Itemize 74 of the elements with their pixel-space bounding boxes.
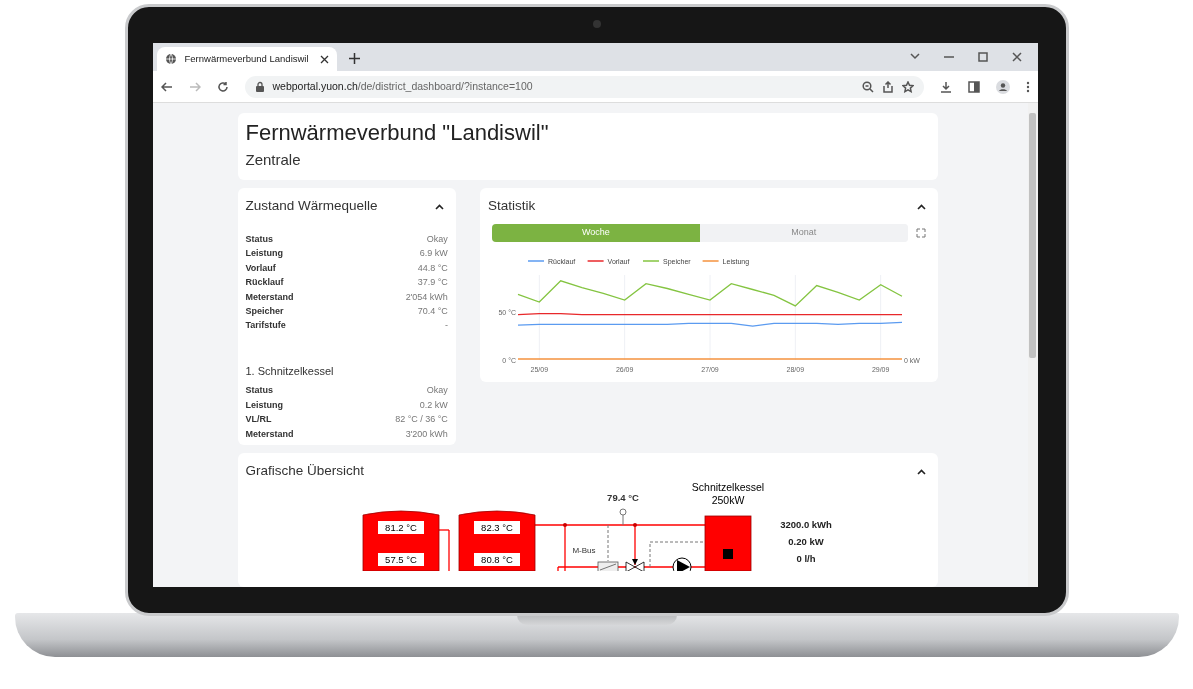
close-icon[interactable] xyxy=(319,54,329,64)
back-arrow-icon[interactable] xyxy=(160,80,173,93)
field-label: Speicher xyxy=(245,304,284,318)
menu-icon[interactable] xyxy=(1025,80,1030,93)
url-text: webportal.yuon.ch/de/district_dashboard/?instance=100 xyxy=(272,78,534,94)
valve-icon xyxy=(625,559,644,572)
page-title: Fernwärmeverbund "Landiswil" xyxy=(245,121,550,146)
boiler-reading: 3200.0 kWh xyxy=(779,519,832,531)
close-icon[interactable] xyxy=(1011,52,1022,62)
share-icon[interactable] xyxy=(881,80,894,93)
field-label: Status xyxy=(245,232,273,246)
field-value: Okay xyxy=(426,232,448,246)
scrollbar[interactable] xyxy=(1027,103,1038,587)
address-bar[interactable]: webportal.yuon.ch/de/district_dashboard/?instance=100 xyxy=(244,75,924,98)
field-label: Leistung xyxy=(245,398,283,412)
field-value: - xyxy=(444,319,448,333)
zoom-icon[interactable] xyxy=(861,80,874,93)
temperature-label: 80.8 °C xyxy=(473,553,520,567)
field-label: Tarifstufe xyxy=(245,319,286,333)
boiler-drawing xyxy=(704,515,751,572)
page-subtitle: Zentrale xyxy=(245,150,302,171)
reload-icon[interactable] xyxy=(216,80,229,93)
field-label: Leistung xyxy=(245,247,283,261)
maximize-icon[interactable] xyxy=(977,52,988,62)
lock-icon xyxy=(254,81,265,92)
field-label: Meterstand xyxy=(245,427,294,441)
expand-icon[interactable] xyxy=(915,227,926,238)
browser-tab[interactable]: Fernwärmeverbund Landiswil xyxy=(156,47,337,71)
meter-drawing xyxy=(597,561,618,572)
field-value: 6.9 kW xyxy=(419,247,448,261)
field-value: Okay xyxy=(426,384,448,398)
field-value: 3'200 kWh xyxy=(405,427,448,441)
field-value: 82 °C / 36 °C xyxy=(395,413,448,427)
chevron-up-icon xyxy=(916,203,926,210)
field-value: 37.9 °C xyxy=(417,276,448,290)
field-value: 70.4 °C xyxy=(417,304,448,318)
chevron-up-icon xyxy=(434,203,444,210)
section-title: 1. Schnitzelkessel xyxy=(245,363,335,379)
chevron-down-icon[interactable] xyxy=(909,52,920,60)
field-label: Status xyxy=(245,384,273,398)
boiler-power: 250kW xyxy=(711,494,744,507)
boiler-reading: 0 l/h xyxy=(796,553,815,565)
sensor-drawing xyxy=(619,508,626,526)
boiler-reading: 0.20 kW xyxy=(787,536,824,548)
temperature-label: 57.5 °C xyxy=(377,553,424,567)
sensor-reading: 79.4 °C xyxy=(606,492,639,504)
card-title: Grafische Übersicht xyxy=(245,461,365,480)
junction-dot xyxy=(562,523,567,528)
boiler-name: Schnitzelkessel xyxy=(691,481,764,494)
temperature-label: 81.2 °C xyxy=(377,521,424,535)
field-label: Meterstand xyxy=(245,290,294,304)
field-label: Vorlauf xyxy=(245,261,276,275)
field-label: VL/RL xyxy=(245,413,272,427)
profile-icon[interactable] xyxy=(995,79,1010,94)
field-value: 2'054 kWh xyxy=(405,290,448,304)
chevron-up-icon xyxy=(916,468,926,475)
star-icon[interactable] xyxy=(901,80,914,93)
field-value: 44.8 °C xyxy=(417,261,448,275)
tab-title: Fernwärmeverbund Landiswil xyxy=(184,51,310,66)
signal-line xyxy=(607,524,608,562)
plus-icon[interactable] xyxy=(348,53,360,64)
scrollbar-thumb[interactable] xyxy=(1029,113,1036,358)
field-label: Rücklauf xyxy=(245,276,284,290)
card-title: Statistik xyxy=(487,196,536,215)
pump-icon xyxy=(672,557,691,572)
download-icon[interactable] xyxy=(939,80,952,93)
junction-dot xyxy=(632,523,637,528)
sidebar-icon[interactable] xyxy=(967,80,980,93)
globe-icon xyxy=(164,53,177,65)
temperature-label: 82.3 °C xyxy=(473,521,520,535)
card-title: Zustand Wärmequelle xyxy=(245,196,378,215)
field-value: 0.2 kW xyxy=(419,398,448,412)
camera-dot xyxy=(592,20,601,28)
meter-label: M-Bus xyxy=(571,546,596,556)
